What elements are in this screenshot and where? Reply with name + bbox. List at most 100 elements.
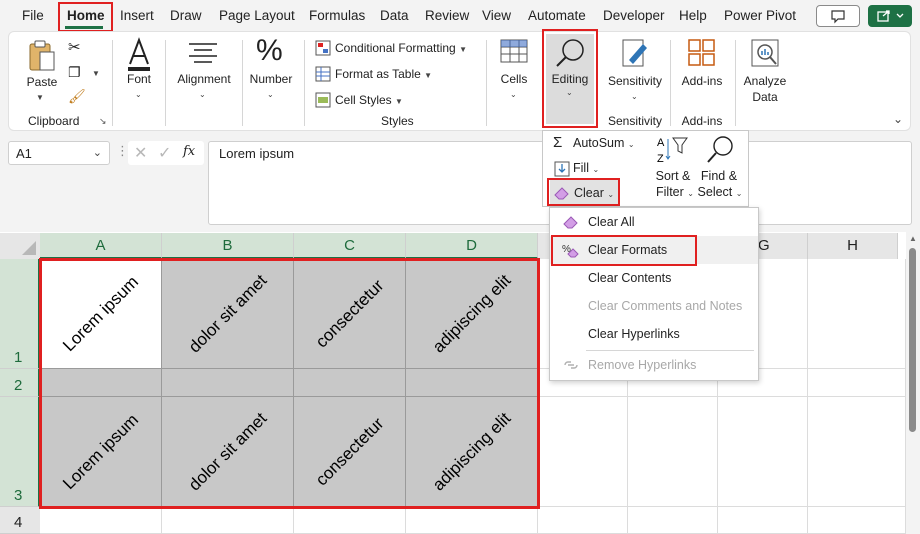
column-header-c[interactable]: C (294, 233, 406, 259)
editing-button[interactable]: Editing ⌄ (546, 34, 594, 124)
tab-developer[interactable]: Developer (603, 4, 665, 28)
clear-formats-item[interactable]: % Clear Formats (550, 236, 758, 264)
tab-help[interactable]: Help (679, 4, 707, 28)
cell-e3[interactable] (538, 397, 628, 507)
name-box[interactable]: A1 ⌄ (8, 141, 110, 165)
cell-h4[interactable] (808, 507, 906, 534)
analyze-data-button[interactable] (750, 38, 780, 68)
clear-button[interactable]: Clear ⌄ (550, 180, 619, 206)
cell-d2[interactable] (406, 369, 538, 397)
cell-styles-icon (315, 92, 331, 108)
conditional-formatting-button[interactable]: Conditional Formatting ▼ (314, 39, 490, 57)
row-header-2[interactable]: 2 (0, 369, 40, 397)
cell-b3[interactable]: dolor sit amet (162, 397, 294, 507)
cell-e4[interactable] (538, 507, 628, 534)
cell-a3[interactable]: Lorem ipsum (40, 397, 162, 507)
tab-formulas[interactable]: Formulas (309, 4, 365, 28)
cell-styles-button[interactable]: Cell Styles ▼ (314, 91, 434, 109)
scroll-up-icon[interactable]: ▲ (909, 234, 917, 243)
tab-home[interactable]: Home (67, 4, 105, 28)
autosum-button[interactable]: Σ AutoSum ⌄ (551, 134, 651, 154)
font-button[interactable] (124, 36, 154, 74)
tab-automate[interactable]: Automate (528, 4, 586, 28)
cell-f3[interactable] (628, 397, 718, 507)
add-ins-button[interactable] (687, 38, 717, 68)
clear-hyperlinks-item[interactable]: Clear Hyperlinks (550, 320, 758, 348)
cell-c2[interactable] (294, 369, 406, 397)
tab-review[interactable]: Review (425, 4, 469, 28)
font-dropdown-icon[interactable]: ⌄ (135, 90, 142, 99)
comments-button[interactable] (816, 5, 860, 27)
row-header-1[interactable]: 1 (0, 259, 40, 369)
copy-icon[interactable]: ❐ (68, 64, 81, 81)
share-button[interactable] (868, 5, 912, 27)
alignment-dropdown-icon[interactable]: ⌄ (199, 90, 206, 99)
clear-contents-item[interactable]: Clear Contents (550, 264, 758, 292)
sort-filter-button[interactable]: AZ Sort & Filter ⌄ (651, 133, 699, 203)
format-painter-icon[interactable]: 🖌 (68, 88, 86, 105)
find-select-button[interactable]: Find & Select ⌄ (695, 133, 745, 203)
eraser-icon (563, 216, 578, 229)
column-header-h[interactable]: H (808, 233, 898, 259)
cell-d1[interactable]: adipiscing elit (406, 259, 538, 369)
cut-icon[interactable]: ✂ (68, 38, 81, 56)
analyze-data-icon (751, 39, 779, 67)
select-all-corner[interactable] (0, 233, 40, 259)
fill-label: Fill (573, 161, 589, 175)
column-header-a[interactable]: A (40, 233, 162, 259)
collapse-ribbon-icon[interactable]: ⌄ (893, 112, 903, 126)
column-header-b[interactable]: B (162, 233, 294, 259)
cell-h2[interactable] (808, 369, 906, 397)
dialog-launcher-icon[interactable]: ↘ (99, 116, 107, 127)
cell-a4[interactable] (40, 507, 162, 534)
tab-data[interactable]: Data (380, 4, 409, 28)
cell-f4[interactable] (628, 507, 718, 534)
row-header-4[interactable]: 4 (0, 507, 40, 534)
cell-b4[interactable] (162, 507, 294, 534)
styles-group-label: Styles (381, 114, 414, 128)
sensitivity-dropdown-icon[interactable]: ⌄ (631, 92, 638, 101)
tab-page-layout[interactable]: Page Layout (219, 4, 295, 28)
tab-draw[interactable]: Draw (170, 4, 202, 28)
cells-button[interactable] (499, 38, 529, 66)
cell-a1[interactable]: Lorem ipsum (40, 259, 162, 369)
vertical-scrollbar[interactable]: ▲ (906, 232, 920, 534)
tab-view[interactable]: View (482, 4, 511, 28)
cell-a2[interactable] (40, 369, 162, 397)
column-header-d[interactable]: D (406, 233, 538, 259)
cell-g4[interactable] (718, 507, 808, 534)
paste-button[interactable] (24, 38, 60, 74)
alignment-button[interactable] (186, 40, 220, 70)
font-icon (128, 37, 150, 71)
percent-icon[interactable]: % (256, 34, 283, 68)
cell-c3[interactable]: consectetur (294, 397, 406, 507)
cell-b2[interactable] (162, 369, 294, 397)
tab-insert[interactable]: Insert (120, 4, 154, 28)
cell-c1[interactable]: consectetur (294, 259, 406, 369)
name-box-dropdown-icon[interactable]: ⌄ (93, 146, 102, 159)
cells-dropdown-icon[interactable]: ⌄ (510, 90, 517, 99)
format-as-table-button[interactable]: Format as Table ▼ (314, 65, 454, 83)
cell-h3[interactable] (808, 397, 906, 507)
editing-label: Editing (551, 72, 589, 86)
tab-power-pivot[interactable]: Power Pivot (724, 4, 796, 28)
paste-dropdown-icon[interactable]: ▼ (36, 93, 44, 102)
number-dropdown-icon[interactable]: ⌄ (267, 90, 274, 99)
tab-file[interactable]: File (22, 4, 44, 28)
cell-c4[interactable] (294, 507, 406, 534)
scrollbar-thumb[interactable] (909, 248, 916, 432)
cell-d3[interactable]: adipiscing elit (406, 397, 538, 507)
sensitivity-button[interactable] (619, 36, 651, 70)
row-header-3[interactable]: 3 (0, 397, 40, 507)
clear-all-item[interactable]: Clear All (550, 208, 758, 236)
enter-icon[interactable]: ✓ (158, 143, 171, 163)
format-as-table-label: Format as Table (335, 67, 421, 81)
fill-button[interactable]: Fill ⌄ (551, 159, 611, 179)
cancel-icon[interactable]: ✕ (134, 143, 147, 163)
cell-h1[interactable] (808, 259, 906, 369)
cell-g3[interactable] (718, 397, 808, 507)
insert-function-icon[interactable]: fx (183, 144, 195, 159)
copy-dropdown-icon[interactable]: ▼ (92, 69, 100, 78)
cell-b1[interactable]: dolor sit amet (162, 259, 294, 369)
cell-d4[interactable] (406, 507, 538, 534)
